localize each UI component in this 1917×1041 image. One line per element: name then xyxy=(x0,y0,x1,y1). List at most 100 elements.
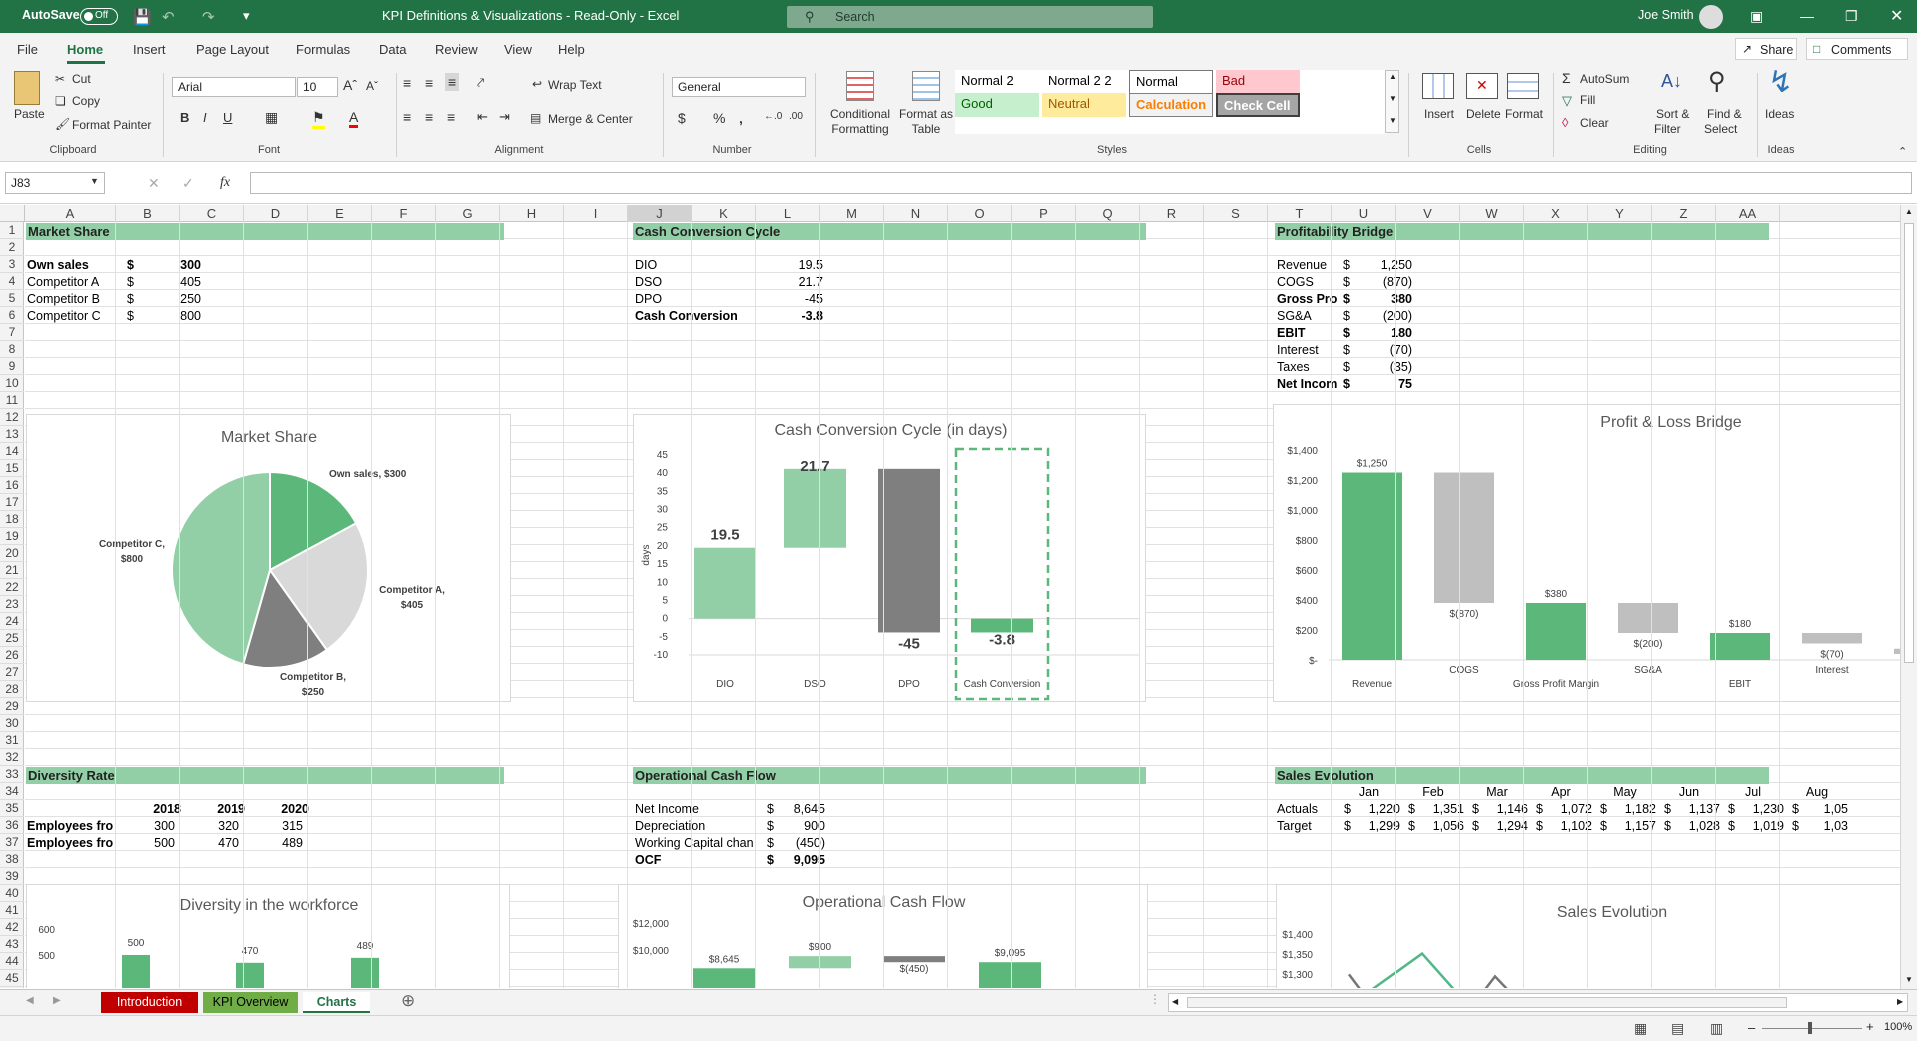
autosum-button[interactable]: AutoSum xyxy=(1580,72,1629,86)
cell[interactable]: Competitor C xyxy=(27,308,101,325)
cell[interactable]: 1,220 xyxy=(1348,801,1400,818)
font-name-select[interactable]: Arial xyxy=(172,77,296,97)
cell[interactable]: $ xyxy=(1343,274,1350,291)
ribbon-display-icon[interactable]: ▣ xyxy=(1750,8,1763,25)
cell[interactable]: $ xyxy=(1343,325,1350,342)
row-header[interactable]: 45 xyxy=(0,970,24,987)
diversity-chart[interactable]: Diversity in the workforce 600 500 500 470 48… xyxy=(26,884,510,988)
cell[interactable]: $ xyxy=(1343,257,1350,274)
cell[interactable]: $ xyxy=(127,291,134,308)
cell[interactable]: EBIT xyxy=(1277,325,1305,342)
cell[interactable]: (870) xyxy=(1355,274,1412,291)
cell[interactable]: 250 xyxy=(145,291,201,308)
row-header[interactable]: 35 xyxy=(0,800,24,817)
worksheet-grid[interactable]: Market Share Cash Conversion Cycle Profi… xyxy=(25,222,1900,988)
row-header[interactable]: 33 xyxy=(0,766,24,783)
borders-icon[interactable]: ▦ xyxy=(265,109,278,126)
row-header[interactable]: 23 xyxy=(0,596,24,613)
column-header[interactable]: O xyxy=(948,205,1012,222)
row-header[interactable]: 21 xyxy=(0,562,24,579)
cell[interactable]: 500 xyxy=(125,835,175,852)
insert-cells-button[interactable]: Insert xyxy=(1424,107,1454,121)
cell[interactable]: 1,056 xyxy=(1412,818,1464,835)
sort-filter-button[interactable]: Sort & xyxy=(1656,107,1689,121)
row-header[interactable]: 12 xyxy=(0,409,24,426)
cell[interactable]: Interest xyxy=(1277,342,1319,359)
row-header[interactable]: 29 xyxy=(0,698,24,715)
row-header[interactable]: 41 xyxy=(0,902,24,919)
cell[interactable]: 405 xyxy=(145,274,201,291)
cell[interactable]: $ xyxy=(767,801,774,818)
cell[interactable]: 180 xyxy=(1355,325,1412,342)
row-header[interactable]: 10 xyxy=(0,375,24,392)
comments-button[interactable]: □ Comments xyxy=(1806,38,1908,60)
cell[interactable]: Cash Conversion xyxy=(635,308,738,325)
search-box[interactable]: ⚲ Search xyxy=(787,6,1153,28)
row-header[interactable]: 44 xyxy=(0,953,24,970)
decrease-indent-icon[interactable]: ⇤ xyxy=(477,109,488,125)
cell[interactable]: Feb xyxy=(1404,784,1462,801)
row-header[interactable]: 32 xyxy=(0,749,24,766)
format-as-table-icon[interactable] xyxy=(912,71,940,101)
column-header[interactable]: X xyxy=(1524,205,1588,222)
row-header[interactable]: 43 xyxy=(0,936,24,953)
row-header[interactable]: 6 xyxy=(0,307,24,324)
fill-color-icon[interactable]: ⚑ xyxy=(312,109,325,129)
cell[interactable]: DIO xyxy=(635,257,657,274)
row-header[interactable]: 36 xyxy=(0,817,24,834)
cell[interactable]: $ xyxy=(1343,291,1350,308)
tab-review[interactable]: Review xyxy=(435,42,478,57)
column-header[interactable]: A xyxy=(25,205,116,222)
cell[interactable]: 300 xyxy=(125,818,175,835)
column-header[interactable]: J xyxy=(628,205,692,222)
tab-help[interactable]: Help xyxy=(558,42,585,57)
cell[interactable]: 800 xyxy=(145,308,201,325)
cell[interactable]: (70) xyxy=(1355,342,1412,359)
styles-scroll[interactable]: ▲ ▼ ▼ xyxy=(1385,70,1399,133)
cell-style-option[interactable]: Bad xyxy=(1216,70,1300,94)
shrink-font-icon[interactable]: Aˇ xyxy=(366,79,378,93)
row-header[interactable]: 16 xyxy=(0,477,24,494)
cell[interactable]: COGS xyxy=(1277,274,1314,291)
cell[interactable]: Net Income xyxy=(635,801,699,818)
column-header[interactable]: H xyxy=(500,205,564,222)
cell[interactable]: $ xyxy=(1343,308,1350,325)
row-header[interactable]: 40 xyxy=(0,885,24,902)
delete-cells-icon[interactable]: ✕ xyxy=(1466,73,1498,99)
cell[interactable]: 1,157 xyxy=(1604,818,1656,835)
paste-button[interactable]: Paste xyxy=(14,107,45,121)
page-break-view-icon[interactable]: ▥ xyxy=(1710,1020,1723,1037)
format-painter-button[interactable]: Format Painter xyxy=(72,118,151,132)
row-header[interactable]: 7 xyxy=(0,324,24,341)
zoom-slider[interactable] xyxy=(1762,1028,1862,1029)
row-header[interactable]: 20 xyxy=(0,545,24,562)
cell[interactable]: 21.7 xyxy=(765,274,823,291)
cell[interactable]: $ xyxy=(127,257,134,274)
cell[interactable]: 1,294 xyxy=(1476,818,1528,835)
page-layout-view-icon[interactable]: ▤ xyxy=(1671,1020,1684,1037)
cancel-icon[interactable]: ✕ xyxy=(148,175,160,192)
cell-style-option[interactable]: Good xyxy=(955,93,1039,117)
undo-icon[interactable]: ↶ xyxy=(162,8,175,26)
name-box-dropdown-icon[interactable]: ▼ xyxy=(90,176,99,186)
row-header[interactable]: 39 xyxy=(0,868,24,885)
tab-split-handle[interactable]: ⋮ xyxy=(1149,992,1161,1006)
row-header[interactable]: 25 xyxy=(0,630,24,647)
cell[interactable]: 75 xyxy=(1355,376,1412,393)
column-header[interactable]: Q xyxy=(1076,205,1140,222)
number-format-select[interactable]: General xyxy=(672,77,806,97)
format-cells-icon[interactable] xyxy=(1507,73,1539,99)
cell-style-option[interactable]: Normal 2 xyxy=(955,70,1039,94)
row-header[interactable]: 18 xyxy=(0,511,24,528)
vertical-scroll-thumb[interactable] xyxy=(1904,223,1914,663)
cell[interactable]: Own sales xyxy=(27,257,89,274)
column-header[interactable]: K xyxy=(692,205,756,222)
row-header[interactable]: 22 xyxy=(0,579,24,596)
row-header[interactable]: 34 xyxy=(0,783,24,800)
row-header[interactable]: 19 xyxy=(0,528,24,545)
row-header[interactable]: 37 xyxy=(0,834,24,851)
cell[interactable]: $ xyxy=(1343,376,1350,393)
vertical-scrollbar[interactable]: ▲ ▼ xyxy=(1900,205,1917,989)
cell[interactable]: (450) xyxy=(775,835,825,852)
merge-center-button[interactable]: Merge & Center xyxy=(548,112,633,126)
